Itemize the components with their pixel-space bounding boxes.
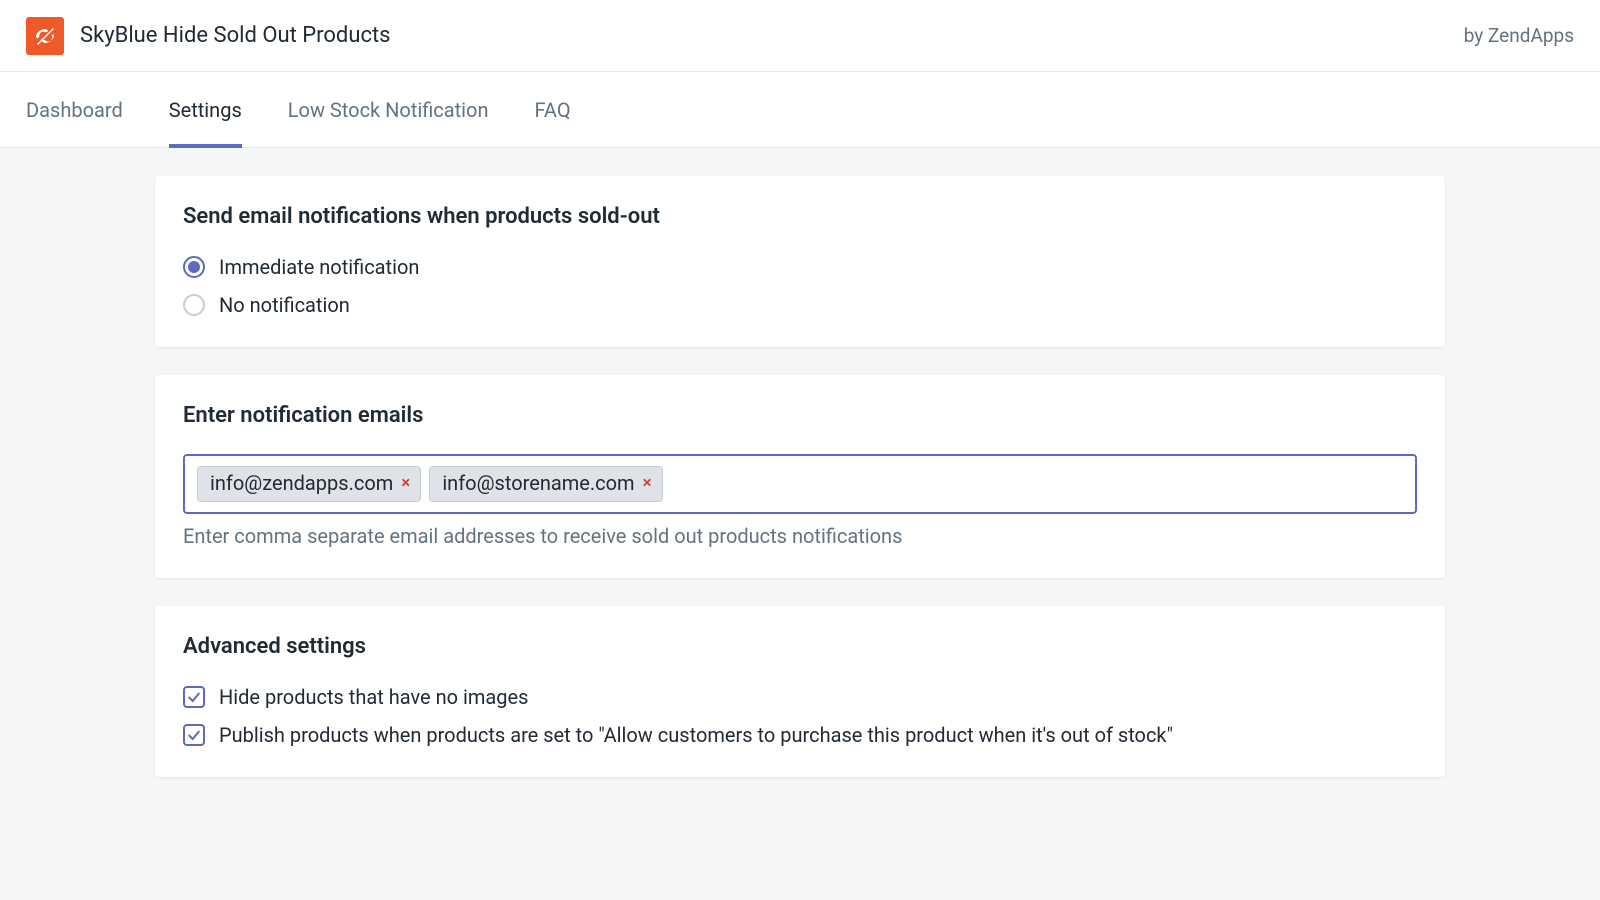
email-tag: info@zendapps.com × <box>197 466 421 502</box>
app-icon <box>26 17 64 55</box>
radio-no-notification[interactable]: No notification <box>183 293 1417 317</box>
radio-label: No notification <box>219 293 350 317</box>
tab-dashboard[interactable]: Dashboard <box>26 72 123 147</box>
email-tag-text: info@zendapps.com <box>210 471 393 495</box>
card-title: Advanced settings <box>183 634 1417 659</box>
tab-low-stock-notification[interactable]: Low Stock Notification <box>288 72 489 147</box>
radio-label: Immediate notification <box>219 255 419 279</box>
tabs-nav: Dashboard Settings Low Stock Notificatio… <box>0 72 1600 148</box>
card-notification-emails: Enter notification emails info@zendapps.… <box>155 375 1445 578</box>
email-tag-text: info@storename.com <box>442 471 634 495</box>
email-tag: info@storename.com × <box>429 466 662 502</box>
card-advanced-settings: Advanced settings Hide products that hav… <box>155 606 1445 777</box>
checkbox-publish-allow-oos[interactable]: Publish products when products are set t… <box>183 723 1417 747</box>
checkbox-label: Publish products when products are set t… <box>219 723 1173 747</box>
checkbox-icon <box>183 686 205 708</box>
email-helptext: Enter comma separate email addresses to … <box>183 524 1417 548</box>
radio-icon <box>183 294 205 316</box>
radio-immediate-notification[interactable]: Immediate notification <box>183 255 1417 279</box>
checkbox-label: Hide products that have no images <box>219 685 528 709</box>
tab-faq[interactable]: FAQ <box>535 72 571 147</box>
tab-settings[interactable]: Settings <box>169 72 242 147</box>
remove-tag-icon[interactable]: × <box>401 475 410 492</box>
card-title: Send email notifications when products s… <box>183 204 1417 229</box>
app-title: SkyBlue Hide Sold Out Products <box>80 23 1464 48</box>
card-email-notifications: Send email notifications when products s… <box>155 176 1445 347</box>
content-area: Send email notifications when products s… <box>0 148 1600 777</box>
byline: by ZendApps <box>1464 24 1574 47</box>
checkbox-icon <box>183 724 205 746</box>
card-title: Enter notification emails <box>183 403 1417 428</box>
topbar: SkyBlue Hide Sold Out Products by ZendAp… <box>0 0 1600 72</box>
email-tag-input[interactable]: info@zendapps.com × info@storename.com × <box>183 454 1417 514</box>
radio-icon <box>183 256 205 278</box>
remove-tag-icon[interactable]: × <box>643 475 652 492</box>
checkbox-hide-no-images[interactable]: Hide products that have no images <box>183 685 1417 709</box>
